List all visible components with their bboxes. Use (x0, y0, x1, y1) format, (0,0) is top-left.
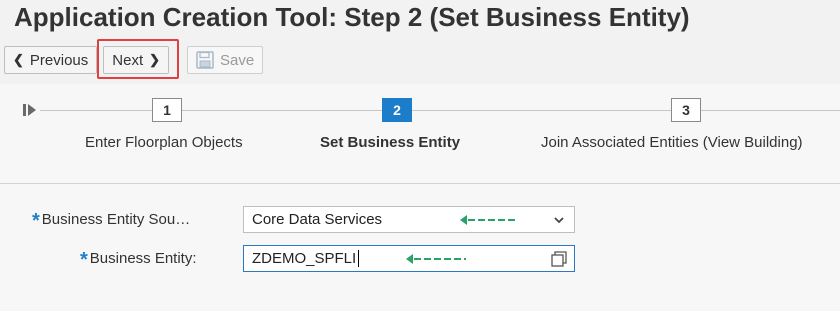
step-3-label[interactable]: Join Associated Entities (View Building) (541, 134, 803, 151)
chevron-left-icon: ❮ (13, 52, 24, 67)
business-entity-form: * Business Entity Sou… Core Data Service… (0, 185, 840, 311)
annotation-arrow-icon (460, 215, 516, 225)
page-header: Application Creation Tool: Step 2 (Set B… (0, 0, 840, 84)
chevron-down-icon[interactable] (552, 213, 566, 227)
entity-value: ZDEMO_SPFLI (252, 250, 357, 267)
step-3-number[interactable]: 3 (671, 98, 701, 122)
previous-button[interactable]: ❮ Previous (4, 46, 98, 74)
floppy-disk-icon (196, 51, 214, 69)
required-indicator-icon: * (32, 210, 40, 232)
entity-label-text: Business Entity: (89, 249, 197, 267)
step-roadmap: 1 Enter Floorplan Objects 2 Set Business… (0, 84, 840, 184)
business-entity-source-select[interactable]: Core Data Services (243, 206, 575, 233)
next-label: Next (112, 51, 144, 69)
page-title: Application Creation Tool: Step 2 (Set B… (14, 2, 690, 32)
next-button[interactable]: Next ❯ (103, 46, 170, 74)
step-2-number[interactable]: 2 (382, 98, 412, 122)
step-1-label[interactable]: Enter Floorplan Objects (85, 134, 243, 151)
required-indicator-icon: * (80, 249, 88, 271)
source-label-text: Business Entity Sou… (41, 210, 191, 228)
previous-label: Previous (29, 51, 89, 69)
save-label: Save (220, 51, 255, 69)
text-caret (358, 250, 360, 267)
step-2-label[interactable]: Set Business Entity (320, 134, 460, 151)
chevron-right-icon: ❯ (149, 52, 161, 67)
roadmap-start-icon (23, 104, 36, 116)
step-1-number[interactable]: 1 (152, 98, 182, 122)
value-help-icon[interactable] (550, 250, 568, 268)
entity-label: * Business Entity: (80, 248, 197, 271)
next-button-wrapper: Next ❯ (97, 39, 180, 79)
toolbar: ❮ Previous Next ❯ Save (4, 39, 264, 79)
annotation-arrow-icon (406, 254, 466, 264)
save-button[interactable]: Save (187, 46, 264, 74)
source-label: * Business Entity Sou… (32, 209, 191, 232)
source-value: Core Data Services (252, 211, 383, 228)
